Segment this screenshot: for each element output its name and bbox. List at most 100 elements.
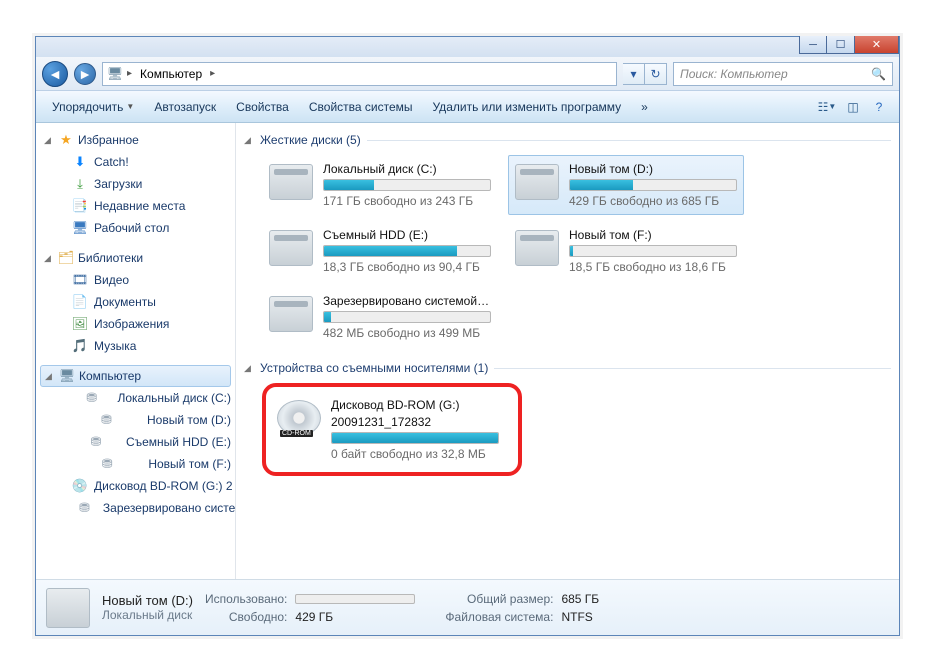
library-icon: 🗂: [58, 250, 74, 266]
computer-header[interactable]: ◢ 🖥 Компьютер: [40, 365, 231, 387]
drive-item[interactable]: Локальный диск (C:) 171 ГБ свободно из 2…: [262, 155, 498, 215]
nav-bar: ◄ ► 🖥 ▸ Компьютер ▸ ▾ ↻ Поиск: Компьютер…: [36, 57, 899, 91]
drive-free: 0 байт свободно из 32,8 МБ: [331, 447, 499, 461]
drive-icon: [269, 230, 313, 266]
minimize-button[interactable]: ─: [799, 36, 827, 54]
drive-free: 429 ГБ свободно из 685 ГБ: [569, 194, 737, 208]
details-pane: Новый том (D:) Локальный диск Использова…: [36, 579, 899, 635]
tree-item[interactable]: ⤓Загрузки: [36, 173, 235, 195]
computer-group: ◢ 🖥 Компьютер ⛃Локальный диск (C:)⛃Новый…: [36, 365, 235, 519]
tree-item[interactable]: 🖥Рабочий стол: [36, 217, 235, 239]
view-button[interactable]: ☷ ▼: [815, 95, 839, 119]
drive-icon: ⛃: [72, 500, 97, 516]
overflow-button[interactable]: »: [633, 96, 656, 118]
tree-item[interactable]: 💿 Дисковод BD-ROM (G:) 2: [36, 475, 235, 497]
tree-item-label: Съемный HDD (E:): [126, 435, 231, 449]
free-value: 429 ГБ: [295, 610, 415, 624]
drive-name: Дисковод BD-ROM (G:): [331, 398, 499, 412]
tree-item-label: Дисковод BD-ROM (G:) 2: [94, 479, 233, 493]
section-hdd-header[interactable]: ◢ Жесткие диски (5): [244, 127, 891, 155]
drive-icon: ⛃: [72, 456, 142, 472]
drive-free: 171 ГБ свободно из 243 ГБ: [323, 194, 491, 208]
favorites-header[interactable]: ◢ ★ Избранное: [36, 129, 235, 151]
nav-tree: ◢ ★ Избранное ⬇Catch!⤓Загрузки📑Недавние …: [36, 123, 236, 579]
drive-icon: [515, 164, 559, 200]
drive-name: Локальный диск (C:): [323, 162, 491, 176]
drive-item[interactable]: Зарезервировано системой (Z:) 482 МБ сво…: [262, 287, 498, 347]
tree-item-label: Изображения: [94, 317, 169, 331]
drive-item[interactable]: Новый том (F:) 18,5 ГБ свободно из 18,6 …: [508, 221, 744, 281]
size-label: Общий размер:: [445, 592, 553, 606]
drive-icon: [515, 230, 559, 266]
status-title: Новый том (D:): [102, 593, 193, 608]
tree-item-label: Рабочий стол: [94, 221, 169, 235]
forward-button[interactable]: ►: [74, 63, 96, 85]
dropdown-button[interactable]: ▾: [623, 63, 645, 85]
address-bar[interactable]: 🖥 ▸ Компьютер ▸: [102, 62, 617, 86]
disclosure-icon: ◢: [244, 363, 254, 374]
capacity-bar: [331, 432, 499, 444]
uninstall-button[interactable]: Удалить или изменить программу: [425, 96, 630, 118]
autoplay-button[interactable]: Автозапуск: [146, 96, 224, 118]
capacity-bar: [569, 179, 737, 191]
tree-item[interactable]: 🖼 Изображения: [36, 313, 235, 335]
drive-name: Новый том (F:): [569, 228, 737, 242]
chevron-right-icon: ▸: [210, 68, 215, 79]
tree-item[interactable]: 🎞Видео: [36, 269, 235, 291]
tree-item[interactable]: 📄Документы: [36, 291, 235, 313]
tree-item-label: Новый том (F:): [148, 457, 231, 471]
system-properties-button[interactable]: Свойства системы: [301, 96, 421, 118]
tree-item[interactable]: 📑Недавние места: [36, 195, 235, 217]
drive-icon: ⛃: [72, 412, 141, 428]
drive-icon: ⛃: [72, 390, 111, 406]
tree-item[interactable]: ⛃Новый том (D:): [36, 409, 235, 431]
status-subtitle: Локальный диск: [102, 608, 193, 622]
section-title: Жесткие диски (5): [260, 133, 361, 147]
favorites-label: Избранное: [78, 133, 139, 147]
tree-item[interactable]: 🎵Музыка: [36, 335, 235, 357]
properties-button[interactable]: Свойства: [228, 96, 297, 118]
drive-free: 18,3 ГБ свободно из 90,4 ГБ: [323, 260, 491, 274]
used-label: Использовано:: [205, 592, 287, 606]
down-icon: ⤓: [72, 176, 88, 192]
tree-item[interactable]: ⛃Зарезервировано систем: [36, 497, 235, 519]
drive-item[interactable]: Съемный HDD (E:) 18,3 ГБ свободно из 90,…: [262, 221, 498, 281]
tree-item[interactable]: ⛃ Съемный HDD (E:): [36, 431, 235, 453]
back-button[interactable]: ◄: [42, 61, 68, 87]
disclosure-icon: ◢: [45, 371, 55, 382]
doc-icon: 📄: [72, 294, 88, 310]
close-button[interactable]: ✕: [855, 36, 899, 54]
vid-icon: 🎞: [72, 272, 88, 288]
favorites-group: ◢ ★ Избранное ⬇Catch!⤓Загрузки📑Недавние …: [36, 129, 235, 239]
tree-item[interactable]: ⛃Локальный диск (C:): [36, 387, 235, 409]
disc-icon: 💿: [72, 478, 88, 494]
img-icon: 🖼: [72, 316, 88, 332]
help-button[interactable]: ?: [867, 95, 891, 119]
drive-icon: ⛃: [72, 434, 120, 450]
libraries-header[interactable]: ◢ 🗂 Библиотеки: [36, 247, 235, 269]
drive-name: Съемный HDD (E:): [323, 228, 491, 242]
tree-item[interactable]: ⬇Catch!: [36, 151, 235, 173]
drive-item[interactable]: CD-ROM Дисковод BD-ROM (G:) 20091231_172…: [270, 391, 506, 468]
drive-sub: 20091231_172832: [331, 415, 499, 429]
command-bar: Упорядочить ▼ Автозапуск Свойства Свойст…: [36, 91, 899, 123]
organize-button[interactable]: Упорядочить ▼: [44, 96, 142, 118]
search-input[interactable]: Поиск: Компьютер 🔍: [673, 62, 893, 86]
explorer-window: ─ ☐ ✕ ◄ ► 🖥 ▸ Компьютер ▸ ▾ ↻ Поиск: Ком…: [35, 36, 900, 636]
section-removable-header[interactable]: ◢ Устройства со съемными носителями (1): [244, 355, 891, 383]
chevron-right-icon: ▸: [127, 68, 132, 79]
capacity-bar: [323, 311, 491, 323]
maximize-button[interactable]: ☐: [827, 36, 855, 54]
content-pane: ◢ Жесткие диски (5) Локальный диск (C:) …: [236, 123, 899, 579]
drive-item[interactable]: Новый том (D:) 429 ГБ свободно из 685 ГБ: [508, 155, 744, 215]
preview-pane-button[interactable]: ◫: [841, 95, 865, 119]
computer-label: Компьютер: [79, 369, 141, 383]
tree-item[interactable]: ⛃ Новый том (F:): [36, 453, 235, 475]
drive-name: Новый том (D:): [569, 162, 737, 176]
tree-item-label: Недавние места: [94, 199, 185, 213]
drive-icon: [46, 588, 90, 628]
refresh-button[interactable]: ↻: [645, 63, 667, 85]
titlebar[interactable]: ─ ☐ ✕: [36, 37, 899, 57]
breadcrumb-computer[interactable]: Компьютер: [136, 65, 206, 83]
disc-icon: CD-ROM: [277, 400, 321, 436]
